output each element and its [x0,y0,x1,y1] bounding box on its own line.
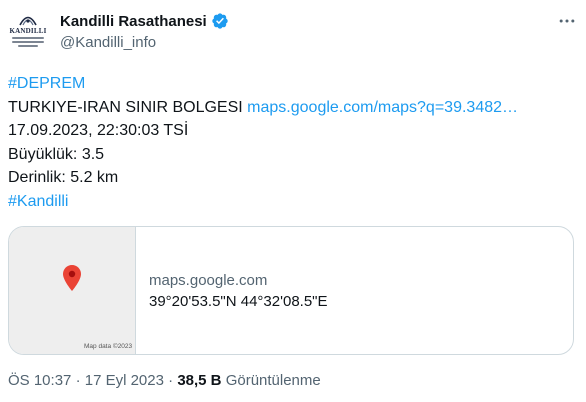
map-thumbnail: Map data ©2023 [9,227,136,354]
author-display-name[interactable]: Kandilli Rasathanesi [60,13,207,30]
meta-separator: · [75,372,81,389]
link-preview-card[interactable]: Map data ©2023 maps.google.com 39°20'53.… [8,226,574,355]
verified-badge-icon [212,13,228,29]
tweet-text: #DEPREM TURKIYE-IRAN SINIR BOLGESI maps.… [8,72,578,213]
more-options-icon[interactable] [556,10,578,32]
meta-separator: · [168,372,174,389]
map-credit: Map data ©2023 [84,343,133,350]
avatar[interactable]: KANDILLI [8,10,48,58]
avatar-text: KANDILLI [9,27,47,35]
views-label: Görüntülenme [225,372,321,389]
map-link[interactable]: maps.google.com/maps?q=39.3482… [247,99,518,116]
hashtag-deprem[interactable]: #DEPREM [8,75,85,92]
author-handle[interactable]: @Kandilli_info [60,34,156,51]
post-date[interactable]: 17 Eyl 2023 [85,372,164,389]
depth-text: Derinlik: 5.2 km [8,169,119,186]
card-domain: maps.google.com [149,272,268,289]
card-title: 39°20'53.5"N 44°32'08.5"E [149,293,328,310]
tweet-header: KANDILLI Kandilli Rasathanesi @Kandilli_… [8,10,578,58]
datetime-text: 17.09.2023, 22:30:03 TSİ [8,122,189,139]
avatar-subtitle [12,37,44,49]
observatory-logo-icon [19,16,37,26]
views-count: 38,5 B [177,372,222,389]
post-time[interactable]: ÖS 10:37 [8,372,71,389]
magnitude-text: Büyüklük: 3.5 [8,145,105,163]
hashtag-kandilli[interactable]: #Kandilli [8,193,68,210]
tweet-meta: ÖS 10:37 · 17 Eyl 2023 · 38,5 B Görüntül… [8,372,321,389]
region-text: TURKIYE-IRAN SINIR BOLGESI [8,98,243,116]
map-pin-icon [63,265,81,291]
